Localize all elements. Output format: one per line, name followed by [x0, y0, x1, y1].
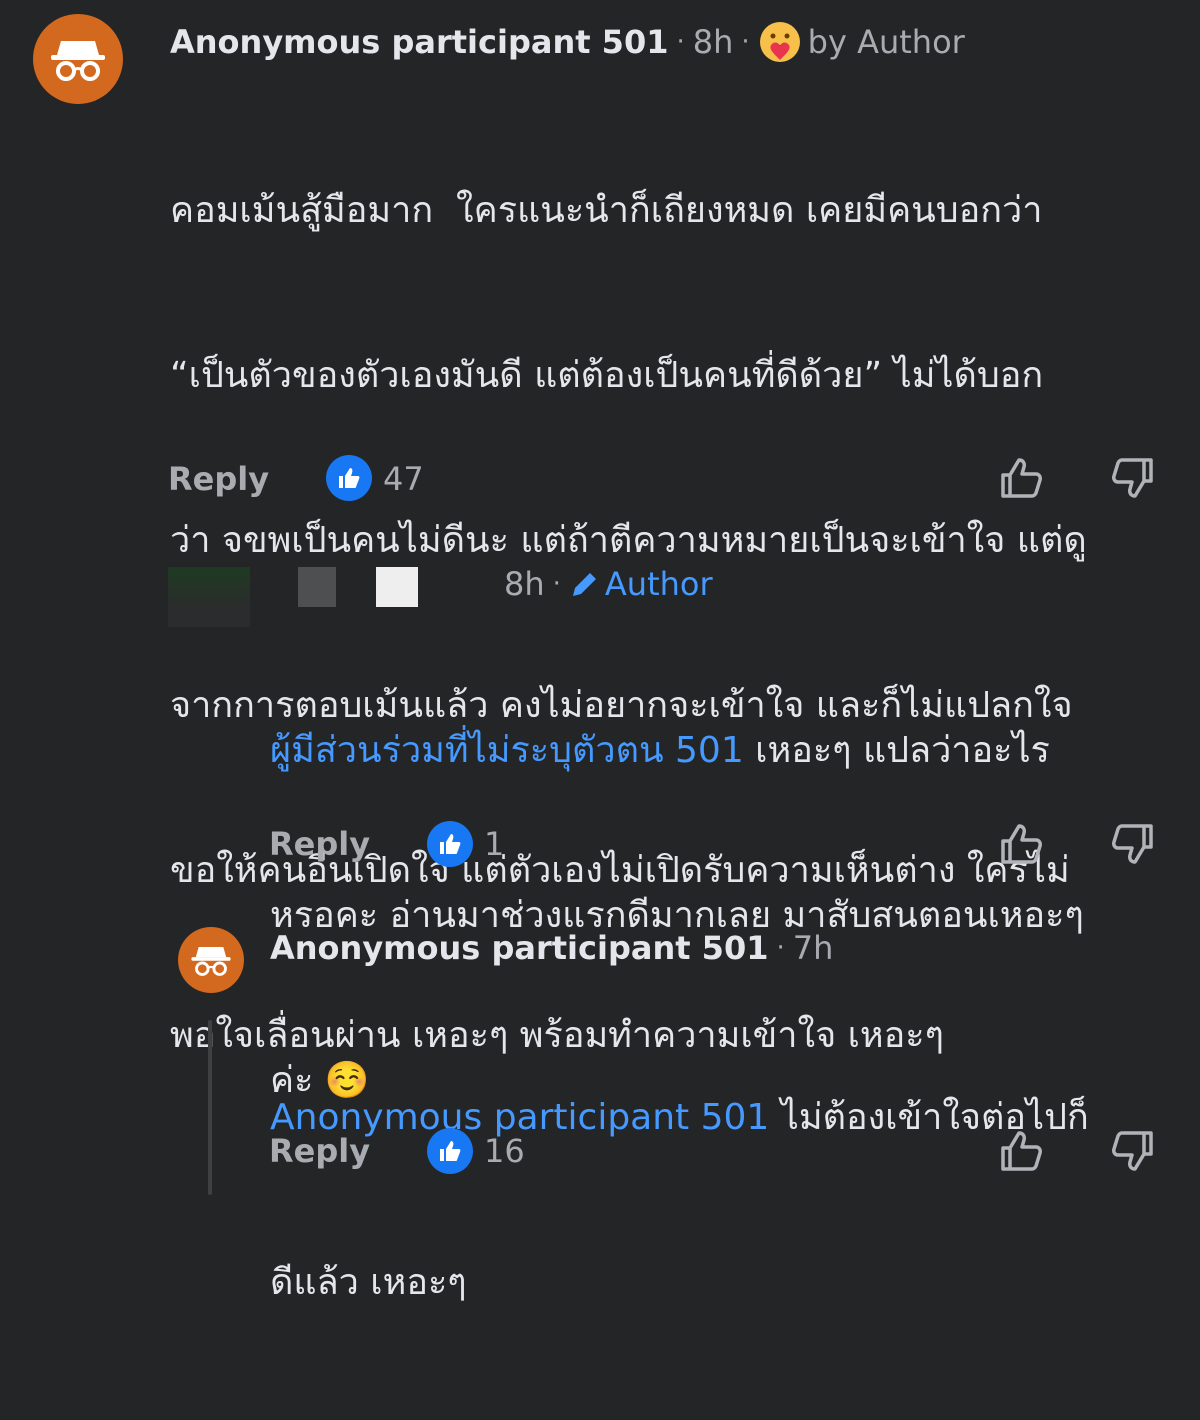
timestamp[interactable]: 8h	[504, 565, 545, 603]
reply-button[interactable]: Reply	[269, 1132, 370, 1170]
author-name[interactable]: Anonymous participant 501	[170, 23, 668, 61]
author-badge-label: by Author	[807, 23, 965, 61]
separator-dot: ·	[552, 569, 561, 599]
mention-link[interactable]: ผู้มีส่วนร่วมที่ไม่ระบุตัวตน 501	[270, 730, 744, 771]
redacted-name	[298, 567, 336, 607]
comment-header: 8h · Author	[504, 564, 713, 604]
comment-body: Anonymous participant 501 ไม่ต้องเข้าใจต…	[270, 980, 1180, 1420]
downvote-icon[interactable]	[1110, 821, 1156, 867]
separator-dot: ·	[676, 27, 685, 57]
comment-line: ดีแล้ว เหอะๆ	[270, 1262, 467, 1303]
comment-1: Anonymous participant 501 · 8h · by Auth…	[0, 0, 1200, 1056]
comment-text: เหอะๆ แปลว่าอะไร	[743, 730, 1050, 771]
comment-header: Anonymous participant 501 · 8h · by Auth…	[170, 22, 965, 62]
timestamp[interactable]: 8h	[693, 23, 734, 61]
redacted-avatar	[168, 567, 250, 627]
reply-button[interactable]: Reply	[168, 460, 269, 498]
comment-line: ผู้มีส่วนร่วมที่ไม่ระบุตัวตน 501 เหอะๆ แ…	[270, 723, 1180, 778]
downvote-icon[interactable]	[1110, 455, 1156, 501]
upvote-icon[interactable]	[998, 455, 1044, 501]
redacted-name	[376, 567, 418, 607]
downvote-icon[interactable]	[1110, 1128, 1156, 1174]
comment-line: คอมเม้นสู้มือมาก ใครแนะนำก็เถียงหมด เคยม…	[170, 190, 1043, 231]
anonymous-avatar[interactable]	[178, 927, 244, 993]
reply-button[interactable]: Reply	[269, 825, 370, 863]
comment-header: Anonymous participant 501 · 7h	[270, 928, 833, 968]
upvote-icon[interactable]	[998, 821, 1044, 867]
comment-3: Anonymous participant 501 · 7h Anonymous…	[0, 915, 1200, 1303]
separator-dot: ·	[741, 27, 750, 57]
like-reaction-icon[interactable]	[326, 455, 372, 501]
like-count[interactable]: 47	[383, 460, 424, 498]
anonymous-avatar[interactable]	[33, 14, 123, 104]
like-reaction-icon[interactable]	[427, 821, 473, 867]
incognito-icon	[51, 41, 105, 81]
like-reaction-icon[interactable]	[427, 1128, 473, 1174]
comment-line: “เป็นตัวของตัวเองมันดี แต่ต้องเป็นคนที่ด…	[170, 355, 1044, 396]
author-name[interactable]: Anonymous participant 501	[270, 929, 768, 967]
upvote-icon[interactable]	[998, 1128, 1044, 1174]
hug-emoji-icon	[759, 22, 800, 62]
like-count[interactable]: 16	[484, 1132, 525, 1170]
separator-dot: ·	[776, 933, 785, 963]
author-badge-label: Author	[604, 565, 713, 603]
comment-2: 8h · Author ผู้มีส่วนร่วมที่ไม่ระบุตัวตน…	[0, 540, 1200, 1101]
like-count[interactable]: 1	[484, 825, 504, 863]
pencil-icon	[572, 573, 596, 596]
incognito-icon	[191, 946, 231, 976]
timestamp[interactable]: 7h	[793, 929, 834, 967]
